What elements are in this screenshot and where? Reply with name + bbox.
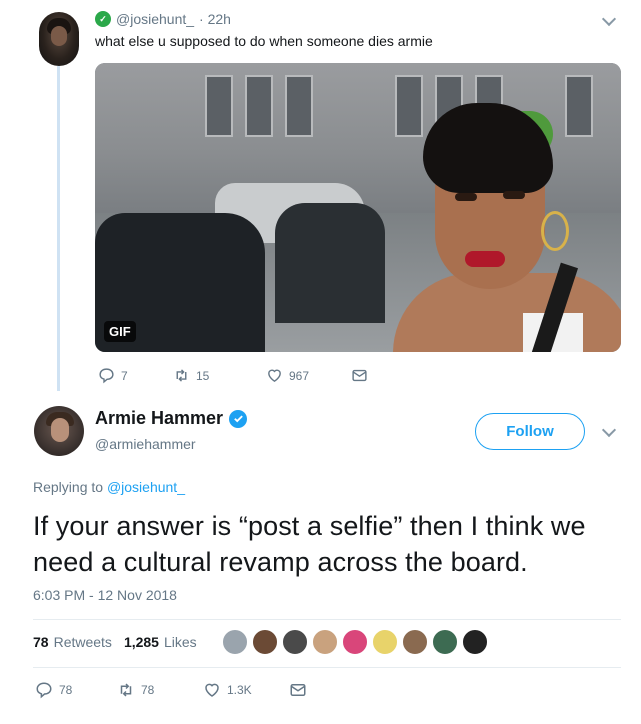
reply-action[interactable]: 78 (35, 681, 117, 699)
reply-count: 7 (121, 368, 128, 383)
avatar[interactable] (39, 12, 79, 66)
dm-action[interactable] (351, 367, 368, 384)
liker-avatar[interactable] (371, 628, 399, 656)
retweet-action[interactable]: 78 (117, 681, 203, 699)
like-count: 1.3K (227, 683, 252, 697)
like-action[interactable]: 967 (266, 367, 351, 384)
chevron-down-icon[interactable] (601, 11, 617, 27)
gif-media[interactable] (95, 63, 621, 352)
timestamp[interactable]: 6:03 PM - 12 Nov 2018 (33, 587, 177, 603)
liker-avatar[interactable] (401, 628, 429, 656)
retweet-action[interactable]: 15 (173, 367, 266, 384)
liker-avatar[interactable] (221, 628, 249, 656)
replying-prefix: Replying to (33, 479, 104, 495)
liker-avatar[interactable] (431, 628, 459, 656)
liker-avatars (221, 628, 491, 656)
likes-total: 1,285 (123, 634, 159, 650)
retweet-count: 78 (141, 683, 155, 697)
like-action[interactable]: 1.3K (203, 681, 289, 699)
dm-icon (352, 369, 367, 382)
main-avatar[interactable] (34, 406, 84, 456)
avatar-face (51, 26, 67, 46)
chevron-down-icon[interactable] (601, 422, 617, 438)
liker-avatar[interactable] (251, 628, 279, 656)
handle[interactable]: @armiehammer (95, 436, 196, 452)
tweet-text: If your answer is “post a selfie” then I… (33, 511, 586, 577)
thread-line (57, 66, 60, 391)
display-name[interactable]: Armie Hammer (95, 408, 223, 429)
like-count: 967 (289, 368, 310, 383)
media-person (353, 103, 621, 352)
context-tweet-actions: 7 15 967 (98, 367, 368, 384)
heart-icon (268, 369, 281, 383)
retweet-icon (120, 683, 132, 697)
likes-stat[interactable]: 1,285 Likes (124, 634, 197, 650)
retweet-icon (176, 369, 187, 382)
context-handle[interactable]: @josiehunt_ (116, 11, 194, 27)
context-tweet-header: ✓ @josiehunt_ · 22h (95, 11, 231, 27)
verified-badge-icon (229, 409, 248, 428)
likes-label: Likes (163, 634, 197, 650)
liker-avatar[interactable] (461, 628, 489, 656)
replying-handle-link[interactable]: @josiehunt_ (107, 479, 185, 495)
context-time[interactable]: · 22h (199, 11, 231, 27)
divider (33, 667, 621, 668)
replying-to: Replying to @josiehunt_ (33, 479, 185, 495)
reply-icon (99, 368, 114, 384)
reply-icon (36, 682, 52, 699)
dm-icon (290, 684, 306, 696)
context-tweet-text: what else u supposed to do when someone … (95, 33, 433, 49)
liker-avatar[interactable] (311, 628, 339, 656)
retweets-total: 78 (33, 634, 49, 650)
retweets-label: Retweets (53, 634, 112, 650)
account-badge-icon: ✓ (95, 11, 111, 27)
display-name-row: Armie Hammer (95, 408, 248, 429)
reply-action[interactable]: 7 (98, 367, 173, 384)
engagement-stats: 78 Retweets 1,285 Likes (33, 634, 209, 650)
liker-avatar[interactable] (281, 628, 309, 656)
gif-badge: GIF (104, 321, 136, 342)
liker-avatar[interactable] (341, 628, 369, 656)
heart-icon (205, 683, 219, 697)
follow-button[interactable]: Follow (475, 413, 585, 450)
reply-count: 78 (59, 683, 73, 697)
retweet-count: 15 (196, 368, 210, 383)
retweets-stat[interactable]: 78 Retweets (33, 634, 112, 650)
dm-action[interactable] (289, 681, 307, 699)
divider (33, 619, 621, 620)
tweet-actions: 78 78 1.3K (35, 681, 307, 699)
